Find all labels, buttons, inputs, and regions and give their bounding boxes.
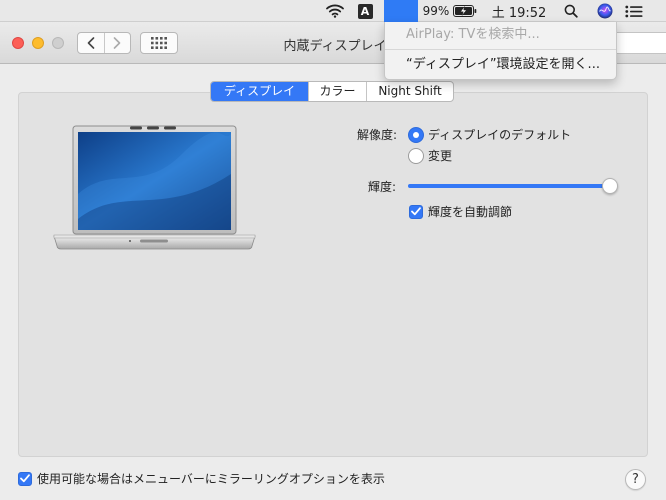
menu-separator	[385, 49, 616, 50]
battery-charging-icon[interactable]	[451, 0, 479, 22]
resolution-label: 解像度:	[357, 128, 398, 142]
auto-brightness-label: 輝度を自動調節	[428, 205, 513, 219]
siri-icon[interactable]	[594, 0, 616, 22]
auto-brightness-option[interactable]: 輝度を自動調節	[409, 203, 512, 220]
battery-percent: 99%	[422, 4, 450, 18]
back-button[interactable]	[78, 33, 104, 53]
brightness-knob[interactable]	[602, 178, 618, 194]
resolution-scaled-label: 変更	[428, 149, 453, 163]
input-source-label: A	[357, 3, 373, 19]
checkmark-icon	[20, 474, 30, 483]
resolution-default-label: ディスプレイのデフォルト	[428, 128, 572, 142]
notification-center-icon[interactable]	[621, 0, 647, 22]
mirroring-label: 使用可能な場合はメニューバーにミラーリングオプションを表示	[37, 472, 385, 486]
zoom-window-button[interactable]	[52, 37, 64, 49]
menu-clock[interactable]: 土 19:52	[490, 0, 548, 22]
brightness-label: 輝度:	[368, 180, 397, 194]
checkmark-icon	[411, 207, 421, 216]
tab-night-shift[interactable]: Night Shift	[366, 82, 453, 101]
tab-color[interactable]: カラー	[308, 82, 366, 101]
mirroring-checkbox[interactable]	[18, 471, 32, 486]
airplay-search-item: AirPlay: TVを検索中...	[406, 27, 540, 42]
spotlight-search-icon[interactable]	[561, 0, 581, 22]
display-menu-icon[interactable]	[384, 0, 418, 22]
tab-bar: ディスプレイ カラー Night Shift	[210, 81, 454, 102]
tab-display[interactable]: ディスプレイ	[211, 82, 308, 101]
help-button[interactable]: ?	[625, 469, 646, 490]
auto-brightness-checkbox[interactable]	[409, 204, 423, 219]
wifi-icon[interactable]	[322, 0, 348, 22]
radio-default[interactable]	[408, 126, 424, 143]
grid-icon	[151, 37, 167, 49]
display-menu-dropdown: AirPlay: TVを検索中... “ディスプレイ”環境設定を開く...	[384, 22, 617, 80]
chevron-left-icon	[87, 37, 95, 49]
resolution-scaled-option[interactable]: 変更	[408, 147, 452, 164]
menu-bar: A 99% 土 19:52	[0, 0, 666, 22]
minimize-window-button[interactable]	[32, 37, 44, 49]
mirroring-option[interactable]: 使用可能な場合はメニューバーにミラーリングオプションを表示	[18, 470, 385, 487]
navigation-buttons	[77, 32, 131, 54]
chevron-right-icon	[113, 37, 121, 49]
laptop-illustration	[53, 125, 256, 250]
close-window-button[interactable]	[12, 37, 24, 49]
brightness-slider[interactable]	[408, 178, 618, 194]
open-display-preferences-item[interactable]: “ディスプレイ”環境設定を開く...	[385, 55, 616, 75]
show-all-button[interactable]	[140, 32, 178, 54]
radio-scaled[interactable]	[408, 147, 424, 164]
input-source-icon[interactable]: A	[357, 0, 373, 22]
forward-button[interactable]	[103, 33, 131, 53]
resolution-default-option[interactable]: ディスプレイのデフォルト	[408, 126, 571, 143]
brightness-track	[408, 184, 610, 188]
